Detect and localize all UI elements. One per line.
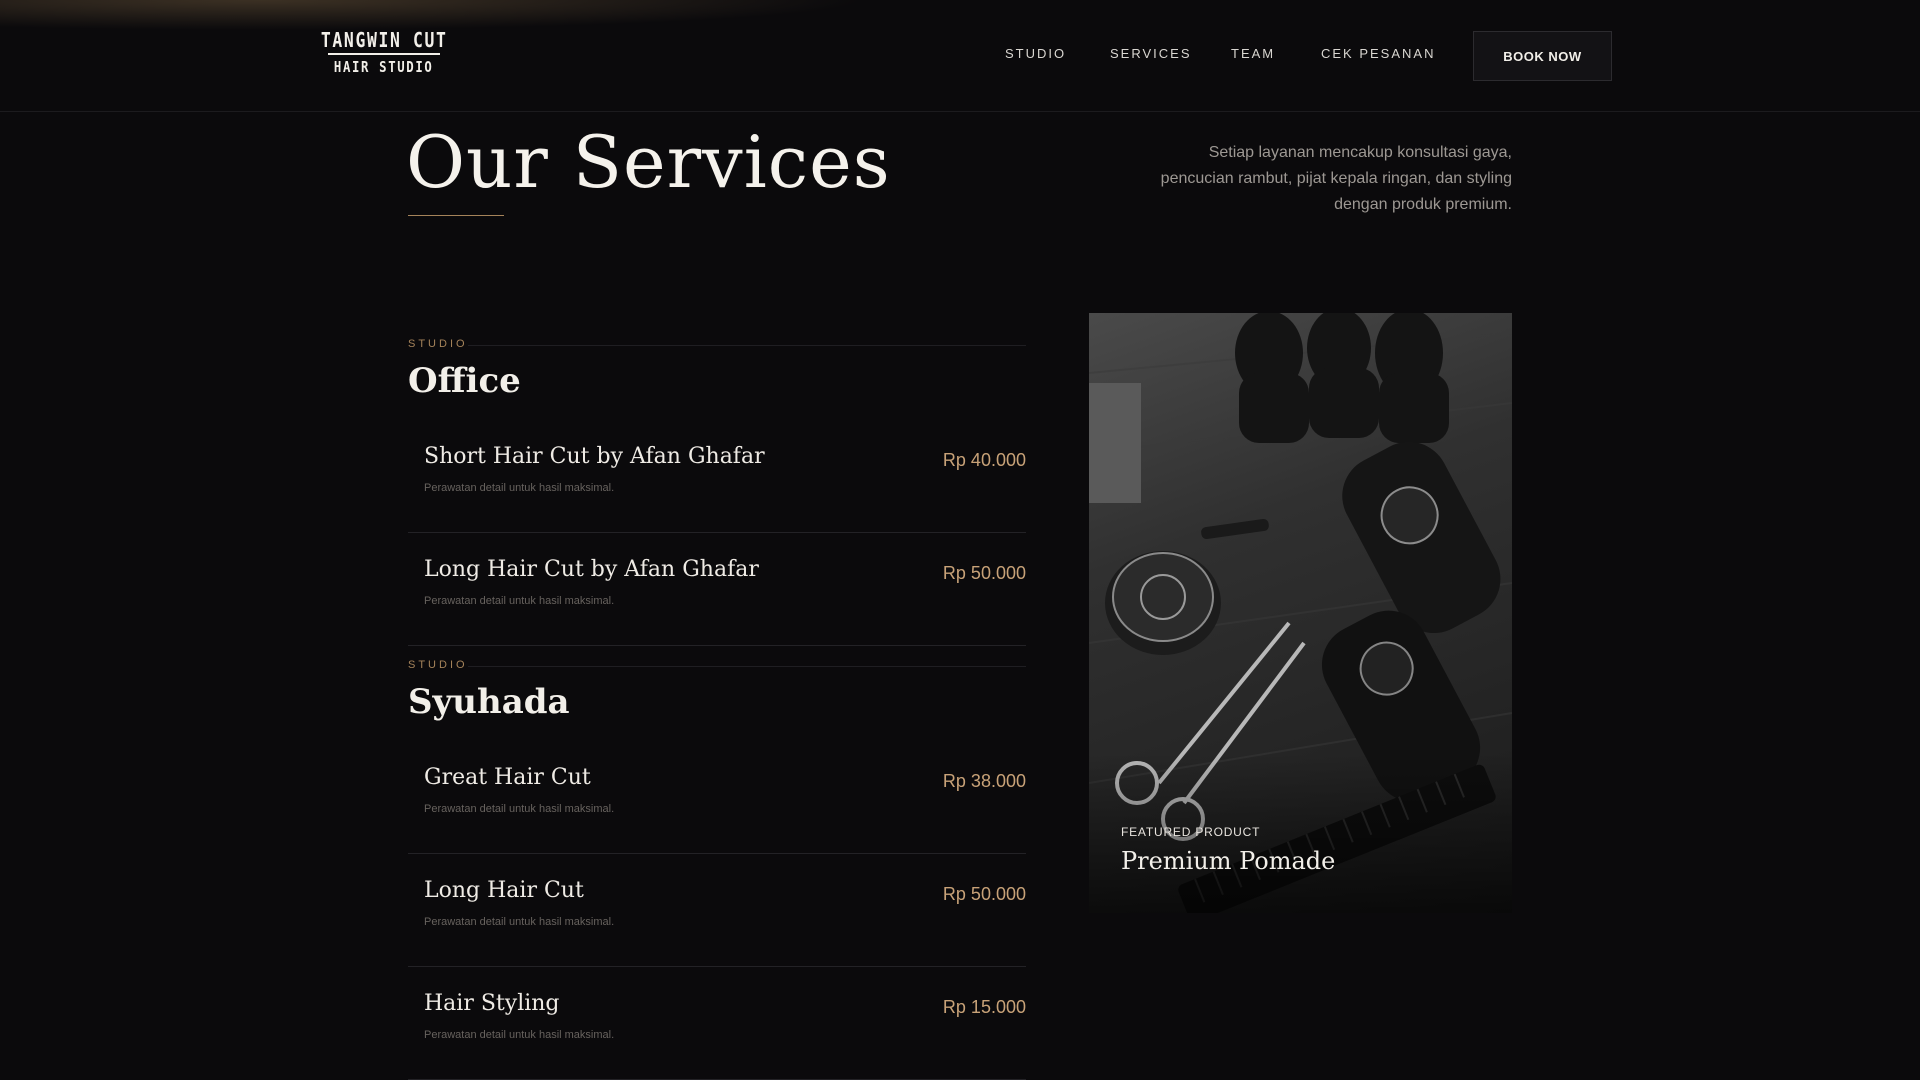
nav-item-cek-pesanan[interactable]: CEK PESANAN <box>1321 46 1435 61</box>
service-price: Rp 40.000 <box>942 450 1026 470</box>
service-name: Hair Styling <box>424 991 560 1016</box>
intro-line: Setiap layanan mencakup konsultasi gaya, <box>1208 144 1512 161</box>
service-name: Long Hair Cut <box>424 878 584 903</box>
service-group-office: STUDIO Office Short Hair Cut by Afan Gha… <box>408 338 1026 646</box>
service-description: Perawatan detail untuk hasil maksimal. <box>424 1029 615 1041</box>
service-name: Great Hair Cut <box>424 765 591 790</box>
service-price: Rp 38.000 <box>942 771 1026 791</box>
service-group-syuhada: STUDIO Syuhada Great Hair Cut Perawatan … <box>408 659 1026 1080</box>
group-divider <box>468 666 1026 667</box>
nav-item-team[interactable]: TEAM <box>1231 46 1275 61</box>
brand-name: TANGWIN CUT <box>320 28 448 52</box>
group-kicker: STUDIO <box>408 338 468 350</box>
page-title: Our Services <box>406 120 891 204</box>
services-intro: Setiap layanan mencakup konsultasi gaya,… <box>1100 140 1512 218</box>
service-price: Rp 50.000 <box>942 884 1026 904</box>
featured-title: Premium Pomade <box>1121 847 1336 875</box>
service-name: Long Hair Cut by Afan Ghafar <box>424 557 759 582</box>
brand-logo[interactable]: TANGWIN CUT HAIR STUDIO <box>321 28 446 78</box>
featured-product-card[interactable]: FEATURED PRODUCT Premium Pomade <box>1089 313 1512 913</box>
service-description: Perawatan detail untuk hasil maksimal. <box>424 595 615 607</box>
site-header: TANGWIN CUT HAIR STUDIO STUDIO SERVICES … <box>0 0 1920 112</box>
service-name: Short Hair Cut by Afan Ghafar <box>424 444 765 469</box>
service-item[interactable]: Hair Styling Perawatan detail untuk hasi… <box>408 967 1026 1080</box>
service-description: Perawatan detail untuk hasil maksimal. <box>424 916 615 928</box>
group-divider <box>468 345 1026 346</box>
nav-item-services[interactable]: SERVICES <box>1110 46 1192 61</box>
service-item[interactable]: Short Hair Cut by Afan Ghafar Perawatan … <box>408 420 1026 533</box>
brand-tagline: HAIR STUDIO <box>334 58 434 76</box>
group-title: Office <box>408 361 521 401</box>
nav-item-studio[interactable]: STUDIO <box>1005 46 1066 61</box>
group-title: Syuhada <box>408 682 570 722</box>
book-now-button[interactable]: BOOK NOW <box>1473 31 1612 81</box>
service-description: Perawatan detail untuk hasil maksimal. <box>424 482 615 494</box>
service-description: Perawatan detail untuk hasil maksimal. <box>424 803 615 815</box>
service-price: Rp 50.000 <box>942 563 1026 583</box>
intro-line: pencucian rambut, pijat kepala ringan, d… <box>1160 170 1512 187</box>
logo-divider <box>328 53 440 55</box>
service-price: Rp 15.000 <box>942 997 1026 1017</box>
service-item[interactable]: Long Hair Cut by Afan Ghafar Perawatan d… <box>408 533 1026 646</box>
service-item[interactable]: Long Hair Cut Perawatan detail untuk has… <box>408 854 1026 967</box>
group-kicker: STUDIO <box>408 659 468 671</box>
title-underline <box>408 215 504 216</box>
featured-kicker: FEATURED PRODUCT <box>1121 825 1261 839</box>
service-item[interactable]: Great Hair Cut Perawatan detail untuk ha… <box>408 741 1026 854</box>
intro-line: dengan produk premium. <box>1334 196 1512 213</box>
